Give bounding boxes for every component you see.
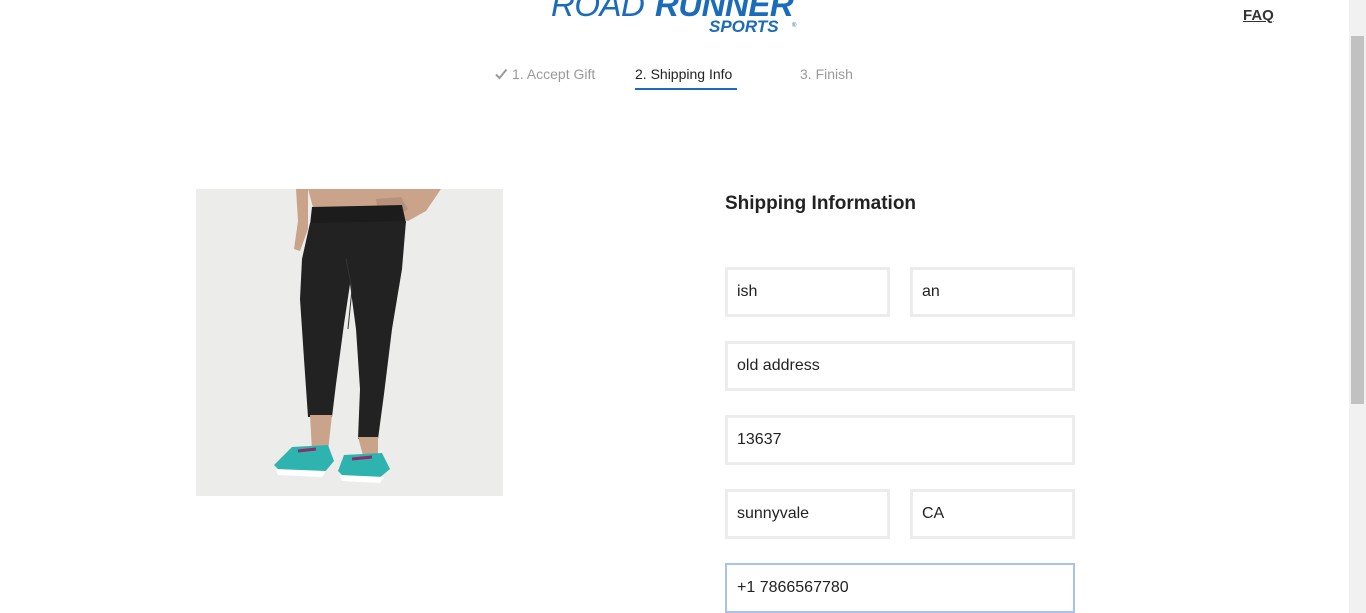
roadrunner-sports-logo[interactable]: ROAD RUNNER SPORTS ® xyxy=(551,0,801,36)
checkout-steps: 1. Accept Gift 2. Shipping Info 3. Finis… xyxy=(0,66,1366,92)
step-shipping-info[interactable]: 2. Shipping Info xyxy=(635,66,732,82)
active-step-underline xyxy=(635,88,737,90)
product-image xyxy=(196,189,503,496)
shipping-information-title: Shipping Information xyxy=(725,193,917,214)
leggings-model-illustration xyxy=(196,189,503,496)
logo-registered-mark: ® xyxy=(792,23,797,29)
state-field[interactable] xyxy=(910,489,1075,539)
logo-road-text: ROAD xyxy=(551,0,645,23)
step-accept-gift-label: 1. Accept Gift xyxy=(512,66,596,82)
zip-code-field[interactable] xyxy=(725,415,1075,465)
checkmark-icon xyxy=(495,68,508,80)
page: ROAD RUNNER SPORTS ® FAQ 1. Accept Gift … xyxy=(0,0,1366,613)
first-name-field[interactable] xyxy=(725,267,890,317)
step-finish-label: 3. Finish xyxy=(800,66,853,82)
step-accept-gift[interactable]: 1. Accept Gift xyxy=(494,66,595,82)
phone-field[interactable] xyxy=(725,563,1075,613)
address-field[interactable] xyxy=(725,341,1075,391)
step-finish[interactable]: 3. Finish xyxy=(800,66,853,82)
faq-link[interactable]: FAQ xyxy=(1243,7,1274,24)
city-field[interactable] xyxy=(725,489,890,539)
page-scrollbar[interactable] xyxy=(1349,0,1366,613)
last-name-field[interactable] xyxy=(910,267,1075,317)
scrollbar-thumb[interactable] xyxy=(1351,36,1364,404)
step-shipping-info-label: 2. Shipping Info xyxy=(635,66,733,82)
logo-sports-text: SPORTS xyxy=(709,17,779,36)
